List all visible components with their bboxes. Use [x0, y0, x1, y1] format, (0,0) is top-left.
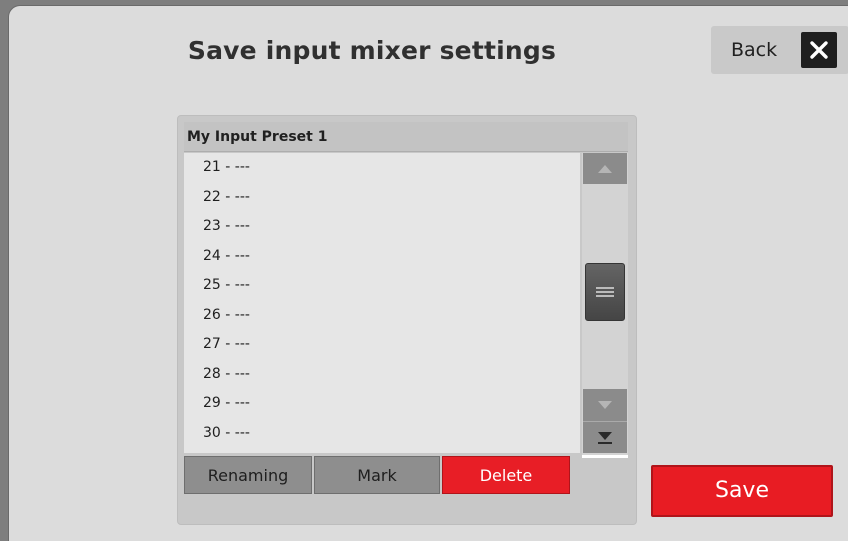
- scroll-thumb[interactable]: [585, 263, 625, 321]
- grip-line: [596, 291, 614, 293]
- list-item[interactable]: 24 - ---: [184, 242, 580, 272]
- triangle-down-icon: [598, 401, 612, 409]
- mark-button[interactable]: Mark: [314, 456, 440, 494]
- list-item[interactable]: 29 - ---: [184, 389, 580, 419]
- list-item[interactable]: 26 - ---: [184, 301, 580, 331]
- list-item[interactable]: 21 - ---: [184, 153, 580, 183]
- list-item[interactable]: 25 - ---: [184, 271, 580, 301]
- close-icon[interactable]: [801, 32, 837, 68]
- list-item[interactable]: 27 - ---: [184, 330, 580, 360]
- scroll-up-button[interactable]: [583, 153, 627, 184]
- preset-dialog: My Input Preset 1 21 - --- 22 - --- 23 -…: [177, 115, 637, 525]
- list-scrollbar[interactable]: [582, 153, 628, 455]
- main-panel: Save input mixer settings Back My Input …: [8, 5, 848, 541]
- list-item[interactable]: 22 - ---: [184, 183, 580, 213]
- preset-list[interactable]: 21 - --- 22 - --- 23 - --- 24 - --- 25 -…: [184, 153, 580, 453]
- save-button[interactable]: Save: [651, 465, 833, 517]
- page-title: Save input mixer settings: [187, 36, 557, 65]
- scroll-down-button[interactable]: [583, 389, 627, 421]
- back-label: Back: [731, 39, 778, 61]
- scrollbar-divider: [582, 455, 628, 458]
- list-item[interactable]: 23 - ---: [184, 212, 580, 242]
- back-button[interactable]: Back: [711, 26, 848, 74]
- triangle-up-icon: [598, 164, 612, 173]
- list-item[interactable]: 30 - ---: [184, 419, 580, 449]
- scroll-to-bottom-button[interactable]: [583, 421, 627, 453]
- list-item[interactable]: 28 - ---: [184, 360, 580, 390]
- delete-button[interactable]: Delete: [442, 456, 570, 494]
- list-header: My Input Preset 1: [184, 122, 628, 152]
- scroll-to-end-icon: [598, 431, 612, 444]
- grip-line: [596, 295, 614, 297]
- grip-line: [596, 287, 614, 289]
- rename-button[interactable]: Renaming: [184, 456, 312, 494]
